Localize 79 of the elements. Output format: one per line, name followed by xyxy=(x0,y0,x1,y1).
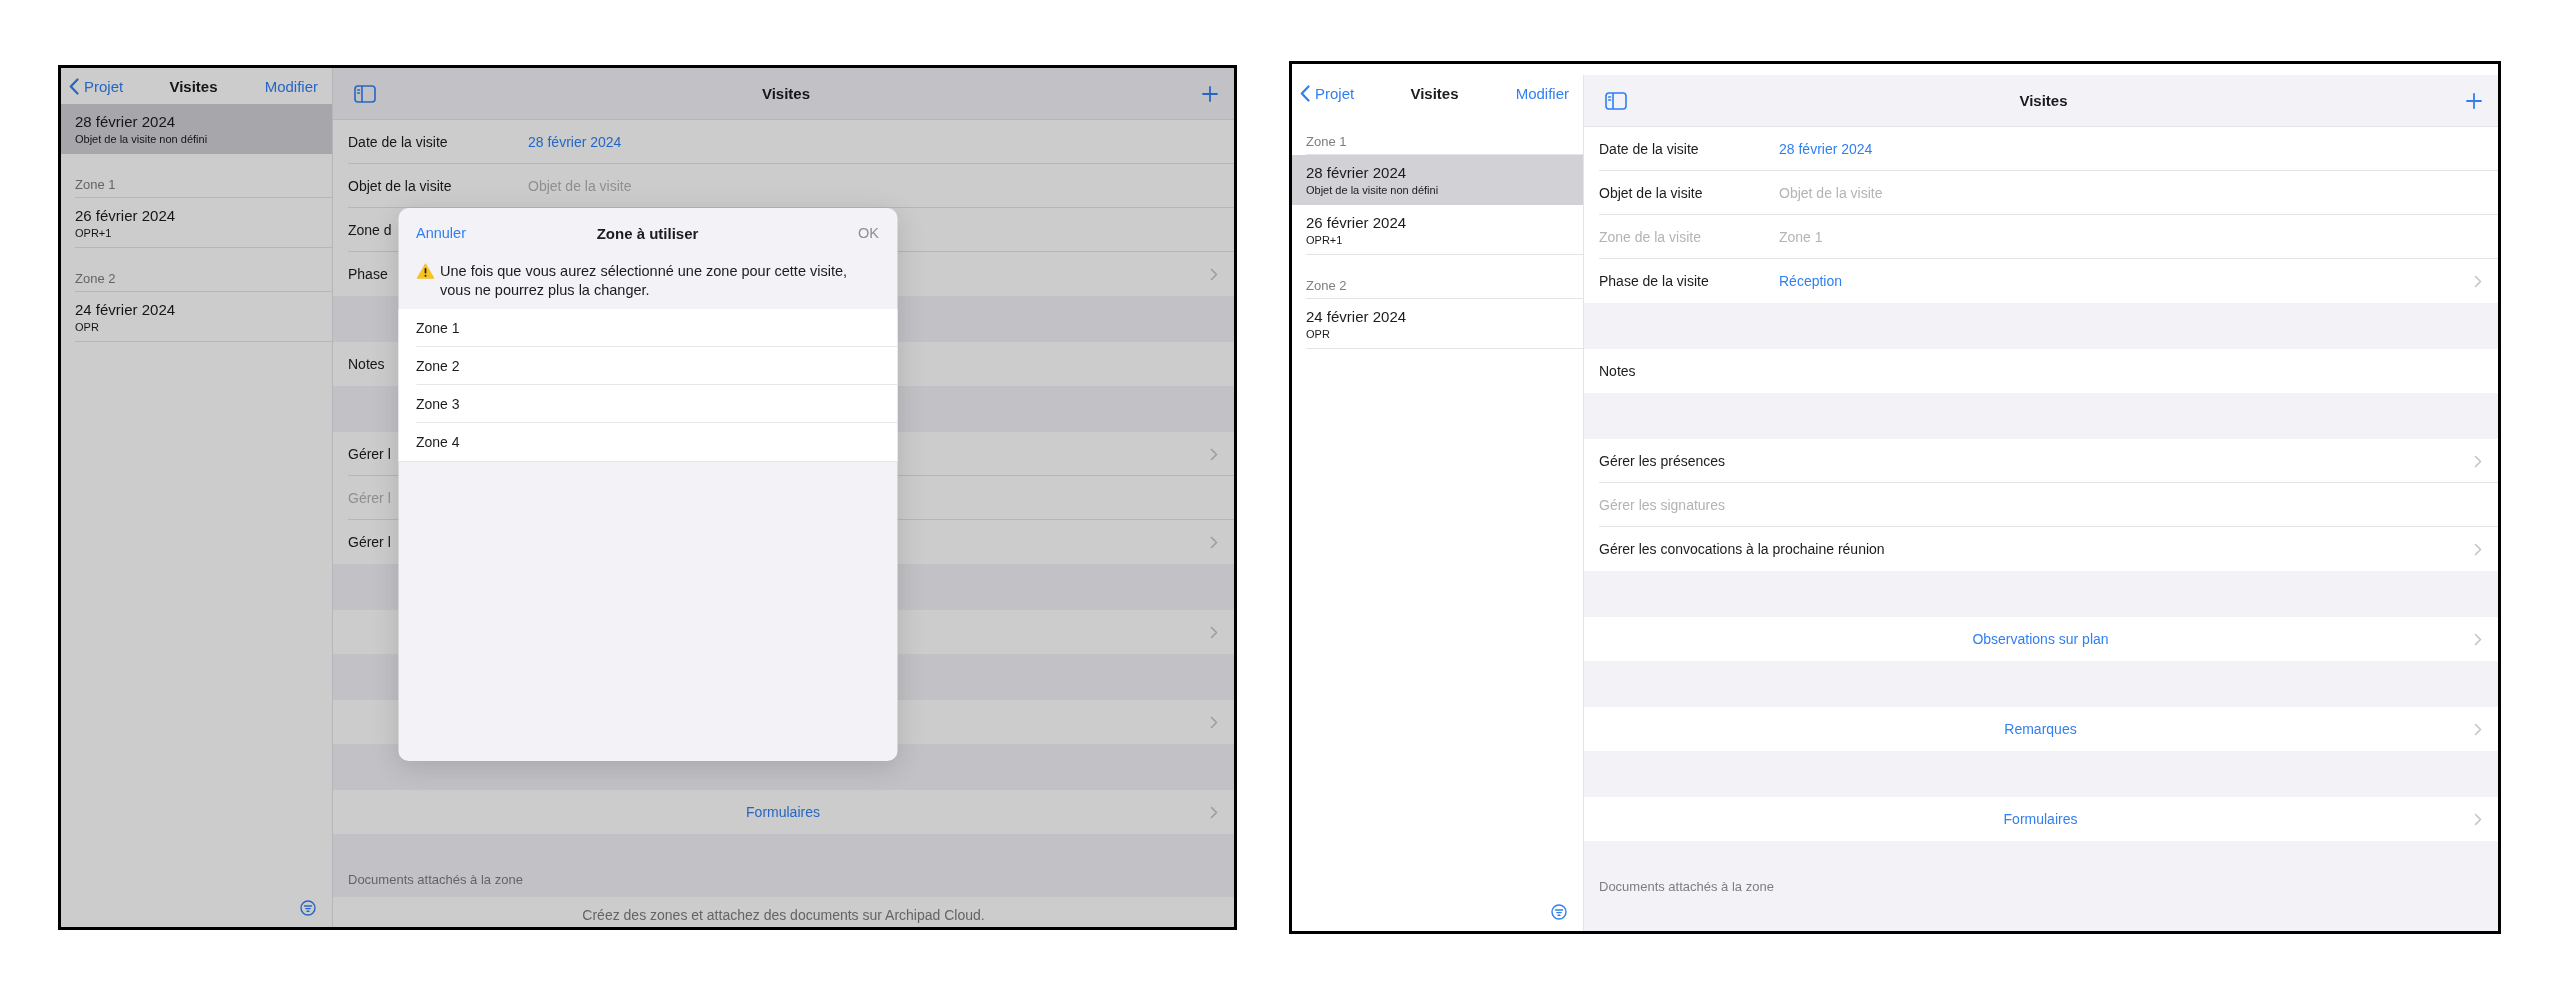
zone-option[interactable]: Zone 1 xyxy=(398,309,897,347)
action-row[interactable]: Formulaires xyxy=(333,790,1234,834)
row-label: Gérer les convocations à la prochaine réunion xyxy=(1599,541,1885,557)
visit-subtitle: OPR xyxy=(75,321,99,333)
visit-item[interactable]: 28 février 2024 Objet de la visite non défini xyxy=(1292,155,1583,205)
row-label: Objet de la visite xyxy=(1599,185,1703,201)
chevron-left-icon xyxy=(69,77,79,95)
text-input[interactable]: Objet de la visite xyxy=(528,178,828,194)
row-label: Zone de la visite xyxy=(1599,229,1701,245)
sidebar-icon[interactable] xyxy=(1605,91,1627,110)
visit-date: 26 février 2024 xyxy=(1306,214,1407,231)
visit-subtitle: Objet de la visite non défini xyxy=(1306,184,1439,196)
visit-date: 24 février 2024 xyxy=(75,301,176,318)
form-row[interactable]: Objet de la visite Objet de la visite xyxy=(1584,171,2498,215)
visit-subtitle: OPR+1 xyxy=(75,227,112,239)
text-input[interactable]: Objet de la visite xyxy=(1779,185,2079,201)
row-value: Réception xyxy=(1779,273,1843,289)
row-label: Gérer l xyxy=(348,446,391,462)
edit-button[interactable]: Modifier xyxy=(1515,84,1569,102)
chevron-left-icon xyxy=(1300,84,1310,102)
visit-date: 28 février 2024 xyxy=(1306,164,1407,181)
warning-icon xyxy=(416,263,434,279)
edit-button[interactable]: Modifier xyxy=(264,77,318,95)
row-label: Notes xyxy=(1599,363,1636,379)
action-row[interactable]: Formulaires xyxy=(1584,797,2498,841)
form-row[interactable]: Phase de la visite Réception xyxy=(1584,259,2498,303)
back-button[interactable]: Projet xyxy=(69,77,124,95)
visit-item[interactable]: 24 février 2024 OPR xyxy=(61,292,332,342)
visit-subtitle: OPR+1 xyxy=(1306,234,1343,246)
row-label: Date de la visite xyxy=(348,134,448,150)
visit-date: 24 février 2024 xyxy=(1306,308,1407,325)
row-label: Objet de la visite xyxy=(348,178,452,194)
visit-item[interactable]: 28 février 2024 Objet de la visite non défini xyxy=(61,104,332,154)
visit-item[interactable]: 26 février 2024 OPR+1 xyxy=(61,198,332,248)
back-button[interactable]: Projet xyxy=(1300,84,1355,102)
row-label: Date de la visite xyxy=(1599,141,1699,157)
visit-date: 26 février 2024 xyxy=(75,207,176,224)
form-row[interactable]: Gérer les convocations à la prochaine réunion xyxy=(1584,527,2498,571)
row-label: Phase xyxy=(348,266,388,282)
plus-icon[interactable] xyxy=(2466,92,2482,109)
row-label: Phase de la visite xyxy=(1599,273,1709,289)
section-caption: Documents attachés à la zone xyxy=(348,872,523,887)
sidebar-title: Visites xyxy=(169,77,218,95)
navigation-title: Visites xyxy=(761,85,811,102)
visit-date: 28 février 2024 xyxy=(75,113,176,130)
row-label: Notes xyxy=(348,356,385,372)
action-row[interactable]: Observations sur plan xyxy=(1584,617,2498,661)
filter-icon[interactable] xyxy=(300,900,316,916)
row-value: Zone 1 xyxy=(1779,229,1823,245)
zone-option[interactable]: Zone 2 xyxy=(398,347,897,385)
section-caption: Documents attachés à la zone xyxy=(1599,879,1774,894)
visit-item[interactable]: 26 février 2024 OPR+1 xyxy=(1292,205,1583,255)
modal-title: Zone à utiliser xyxy=(596,224,699,242)
plus-icon[interactable] xyxy=(1202,85,1218,102)
row-label: Gérer les présences xyxy=(1599,453,1726,469)
form-row[interactable]: Notes xyxy=(1584,349,2498,393)
form-row[interactable]: Date de la visite 28 février 2024 xyxy=(333,120,1234,164)
sidebar-title: Visites xyxy=(1410,84,1459,102)
action-row[interactable]: Remarques xyxy=(1584,707,2498,751)
row-label: Gérer les signatures xyxy=(1599,497,1726,513)
form-row[interactable]: Gérer les présences xyxy=(1584,439,2498,483)
sidebar-icon[interactable] xyxy=(354,84,376,103)
form-row[interactable]: Date de la visite 28 février 2024 xyxy=(1584,127,2498,171)
row-value: 28 février 2024 xyxy=(528,134,622,150)
navigation-title: Visites xyxy=(2019,92,2068,109)
info-text: Créez des zones et attachez des documents sur Archipad Cloud. xyxy=(582,907,985,923)
section-header: Zone 2 xyxy=(1306,278,1347,293)
section-header: Zone 1 xyxy=(1306,134,1347,149)
zone-option[interactable]: Zone 3 xyxy=(398,385,897,423)
row-label: Gérer l xyxy=(348,534,391,550)
form-row[interactable]: Objet de la visite Objet de la visite xyxy=(333,164,1234,208)
visit-subtitle: OPR xyxy=(1306,328,1330,340)
visit-item[interactable]: 24 février 2024 OPR xyxy=(1292,299,1583,349)
filter-icon[interactable] xyxy=(1551,904,1567,920)
row-label: Zone d xyxy=(348,222,392,238)
section-header: Zone 2 xyxy=(75,271,116,286)
row-value: 28 février 2024 xyxy=(1779,141,1873,157)
visit-subtitle: Objet de la visite non défini xyxy=(75,133,208,145)
section-header: Zone 1 xyxy=(75,177,116,192)
